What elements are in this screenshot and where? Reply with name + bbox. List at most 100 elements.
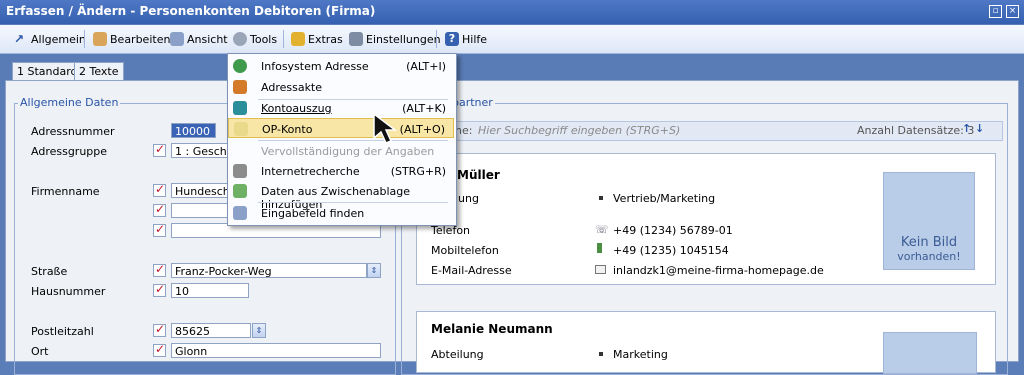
title-bar: Erfassen / Ändern - Personenkonten Debit… (0, 0, 1024, 24)
menu-item-eingabefeld[interactable]: Eingabefeld finden (228, 203, 454, 223)
firmenname-field[interactable]: Hundeschul (171, 183, 228, 198)
contact-name: Müller (457, 168, 500, 182)
tools-icon (233, 32, 247, 46)
contact-name: Melanie Neumann (431, 322, 553, 336)
document-icon (234, 122, 248, 136)
adressgruppe-check[interactable] (153, 142, 166, 157)
menu-item-shortcut: (STRG+R) (390, 165, 446, 178)
menu-item-adressakte[interactable]: Adressakte (228, 77, 454, 97)
menu-item-zwischenablage[interactable]: Daten aus Zwischenablage hinzufügen (228, 181, 454, 211)
no-image-text-2: vorhanden! (897, 250, 961, 263)
firmenname-label: Firmenname (31, 185, 100, 198)
menu-item-vervollstaendigung: Vervollständigung der Angaben (228, 141, 454, 161)
close-icon[interactable]: × (1006, 5, 1019, 18)
menu-item-label: Kontoauszug (261, 102, 332, 115)
plz-field[interactable]: 85625 (171, 323, 251, 338)
plz-spin-icon[interactable]: ⇕ (252, 323, 266, 338)
arrow-icon: ↗ (14, 32, 25, 46)
menu-tools[interactable]: Tools (233, 30, 277, 48)
abteilung-label: lung (455, 192, 479, 205)
menu-tools-label: Tools (250, 32, 278, 46)
sort-up-icon[interactable]: ↑ (962, 122, 971, 135)
menu-ansicht[interactable]: Ansicht (170, 30, 228, 48)
tools-dropdown-menu: Infosystem Adresse (ALT+I) Adressakte Ko… (227, 53, 457, 226)
menu-extras-label: Extras (308, 32, 343, 46)
content-panel: Allgemeine Daten Adressnummer 10000 Adre… (5, 80, 1019, 375)
abteilung-label: Abteilung (431, 348, 484, 361)
statement-icon (233, 101, 247, 115)
email-value[interactable]: inlandzk1@meine-firma-homepage.de (613, 264, 824, 277)
hausnummer-label: Hausnummer (31, 285, 106, 298)
strasse-spin-icon[interactable]: ⇕ (367, 263, 381, 278)
menu-item-label: Vervollständigung der Angaben (261, 145, 435, 158)
firmenname-check[interactable] (153, 182, 166, 197)
tab-texte[interactable]: 2 Texte (74, 62, 124, 81)
menu-ansicht-label: Ansicht (187, 32, 228, 46)
ort-check[interactable] (153, 342, 166, 357)
strasse-check[interactable] (153, 262, 166, 277)
adressgruppe-label: Adressgruppe (31, 145, 108, 158)
firmenname2-check[interactable] (153, 202, 166, 217)
menu-item-shortcut: (ALT+K) (402, 102, 446, 115)
menu-item-label: OP-Konto (262, 123, 313, 136)
menu-einstellungen[interactable]: Einstellungen (349, 30, 441, 48)
settings-icon (349, 32, 363, 46)
menu-item-internetrecherche[interactable]: Internetrecherche (STRG+R) (228, 161, 454, 181)
restore-icon[interactable]: ▫ (989, 5, 1002, 18)
contact-card[interactable]: Melanie Neumann Abteilung Marketing (416, 311, 996, 374)
view-icon (170, 32, 184, 46)
adressnummer-field[interactable]: 10000 (171, 123, 216, 138)
search-input[interactable]: Hier Suchbegriff eingeben (STRG+S) (478, 124, 680, 137)
mouse-cursor-icon (373, 112, 398, 144)
contact-card[interactable]: Müller lung Vertrieb/Marketing Telefon ☏… (416, 153, 996, 285)
mobil-label: Mobiltelefon (431, 244, 499, 257)
mail-icon (595, 265, 606, 274)
menu-item-infosystem[interactable]: Infosystem Adresse (ALT+I) (228, 56, 454, 76)
menu-allgemein[interactable]: ↗ Allgemein (14, 30, 86, 48)
menu-item-shortcut: (ALT+I) (406, 60, 446, 73)
menu-item-kontoauszug[interactable]: Kontoauszug (ALT+K) (228, 98, 454, 118)
menu-toolbar: ↗ Allgemein Bearbeiten Ansicht Tools Ext… (0, 25, 1024, 71)
mobil-value: +49 (1235) 1045154 (613, 244, 729, 257)
abteilung-value: Marketing (613, 348, 668, 361)
no-image-placeholder (883, 332, 977, 374)
globe-icon (233, 59, 247, 73)
telefon-value: +49 (1234) 56789-01 (613, 224, 733, 237)
search-label: he: (455, 124, 473, 137)
phone-icon: ☏ (595, 223, 609, 236)
edit-icon (93, 32, 107, 46)
menu-item-op-konto[interactable]: OP-Konto (ALT+O) (228, 118, 454, 138)
menu-allgemein-label: Allgemein (31, 32, 86, 46)
hausnummer-check[interactable] (153, 282, 166, 297)
menu-einstellungen-label: Einstellungen (366, 32, 441, 46)
no-image-text-1: Kein Bild (900, 235, 958, 250)
menu-extras[interactable]: Extras (291, 30, 343, 48)
tab-standard[interactable]: 1 Standard (12, 62, 83, 81)
strasse-field[interactable]: Franz-Pocker-Weg (171, 263, 367, 278)
binoculars-icon (233, 164, 247, 178)
find-field-icon (233, 206, 247, 220)
extras-icon (291, 32, 305, 46)
adressgruppe-field[interactable]: 1 : Gesch (171, 143, 228, 158)
hausnummer-field[interactable]: 10 (171, 283, 249, 298)
window-title: Erfassen / Ändern - Personenkonten Debit… (6, 4, 376, 18)
menu-item-shortcut: (ALT+O) (399, 123, 445, 136)
menu-hilfe[interactable]: ? Hilfe (445, 30, 487, 48)
record-count: Anzahl Datensätze: 3 (857, 124, 975, 137)
folder-icon (233, 80, 247, 94)
email-label: E-Mail-Adresse (431, 264, 512, 277)
firmenname2-field[interactable] (171, 203, 228, 218)
sort-down-icon[interactable]: ↓ (975, 122, 984, 135)
strasse-label: Straße (31, 265, 68, 278)
menu-hilfe-label: Hilfe (462, 32, 488, 46)
ort-field[interactable]: Glonn (171, 343, 381, 358)
no-image-placeholder: Kein Bild vorhanden! (883, 172, 975, 270)
menu-bearbeiten[interactable]: Bearbeiten (93, 30, 170, 48)
search-bar: he: Hier Suchbegriff eingeben (STRG+S) A… (406, 121, 1003, 141)
mobile-icon (597, 243, 602, 253)
bullet (599, 196, 603, 200)
abteilung-value: Vertrieb/Marketing (613, 192, 716, 205)
firmenname3-check[interactable] (153, 222, 166, 237)
ort-label: Ort (31, 345, 49, 358)
plz-check[interactable] (153, 322, 166, 337)
